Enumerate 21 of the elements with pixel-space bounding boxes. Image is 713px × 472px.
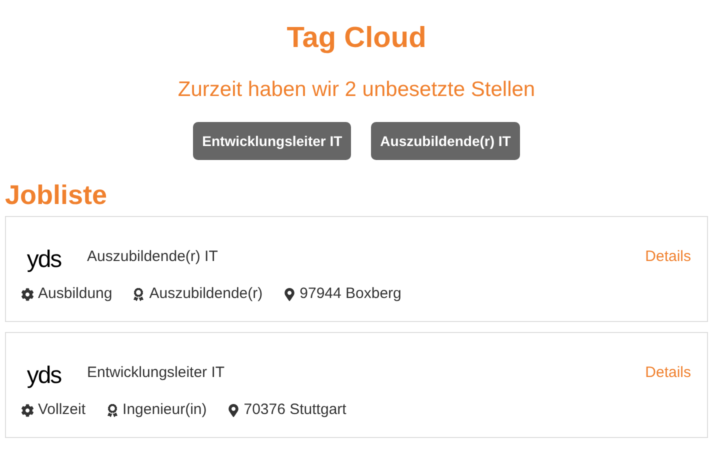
job-meta-text: 70376 Stuttgart	[244, 400, 346, 420]
job-meta-text: Ingenieur(in)	[122, 400, 207, 420]
map-pin-icon	[226, 404, 240, 417]
job-title[interactable]: Auszubildende(r) IT	[87, 246, 218, 268]
logo: yds	[26, 245, 62, 275]
ribbon-icon	[106, 404, 119, 417]
tag-button[interactable]: Entwicklungsleiter IT	[193, 122, 352, 160]
gear-icon	[21, 288, 34, 301]
gear-icon	[21, 404, 34, 417]
job-meta-text: Vollzeit	[38, 400, 86, 420]
subtitle: Zurzeit haben wir 2 unbesetzte Stellen	[178, 77, 536, 103]
tag-button[interactable]: Auszubildende(r) IT	[371, 122, 520, 160]
job-title[interactable]: Entwicklungsleiter IT	[87, 362, 225, 384]
job-meta-text: Auszubildende(r)	[149, 284, 263, 304]
page-title: Tag Cloud	[286, 21, 426, 56]
section-title: Jobliste	[5, 179, 108, 212]
job-meta-text: Ausbildung	[38, 284, 112, 304]
map-pin-icon	[282, 288, 296, 301]
ribbon-icon	[132, 288, 146, 301]
job-meta-text: 97944 Boxberg	[300, 284, 402, 304]
logo: yds	[26, 361, 62, 391]
